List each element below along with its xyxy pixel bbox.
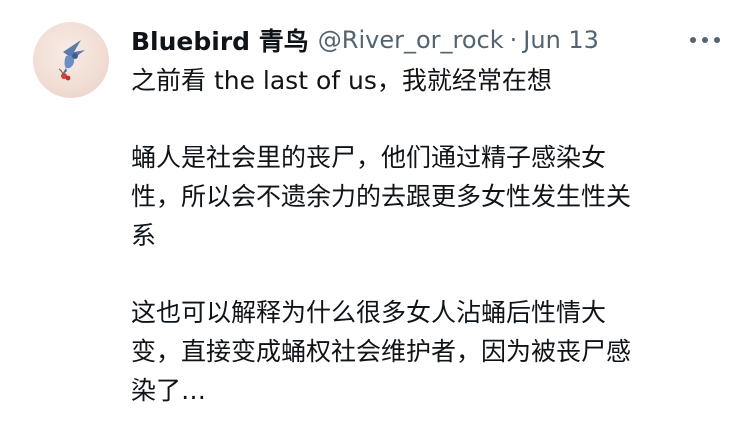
bird-avatar-icon	[58, 40, 85, 81]
more-options-icon[interactable]	[688, 27, 722, 53]
author-handle[interactable]: @River_or_rock	[318, 26, 504, 54]
author-display-name[interactable]: Bluebird 青鸟	[131, 22, 309, 58]
separator-dot: ·	[509, 26, 518, 54]
tweet-text-line: 性，所以会不遗余力的去跟更多女性发生性关	[131, 182, 632, 211]
tweet-text-line: 系	[131, 221, 157, 250]
tweet-text-line: 之前看 the last of us，我就经常在想	[131, 66, 552, 95]
avatar[interactable]	[33, 22, 109, 98]
tweet-text-line: 蛹人是社会里的丧尸，他们通过精子感染女	[131, 143, 607, 172]
tweet-header: Bluebird 青鸟 @River_or_rock · Jun 13	[131, 20, 599, 60]
tweet-card: Bluebird 青鸟 @River_or_rock · Jun 13 之前看 …	[0, 0, 750, 423]
tweet-text-line: 染了…	[131, 376, 207, 405]
tweet-text: 之前看 the last of us，我就经常在想 蛹人是社会里的丧尸，他们通过…	[131, 61, 721, 410]
tweet-date[interactable]: Jun 13	[523, 26, 599, 54]
tweet-text-line: 变，直接变成蛹权社会维护者，因为被丧尸感	[131, 337, 632, 366]
tweet-text-line: 这也可以解释为什么很多女人沾蛹后性情大	[131, 298, 607, 327]
